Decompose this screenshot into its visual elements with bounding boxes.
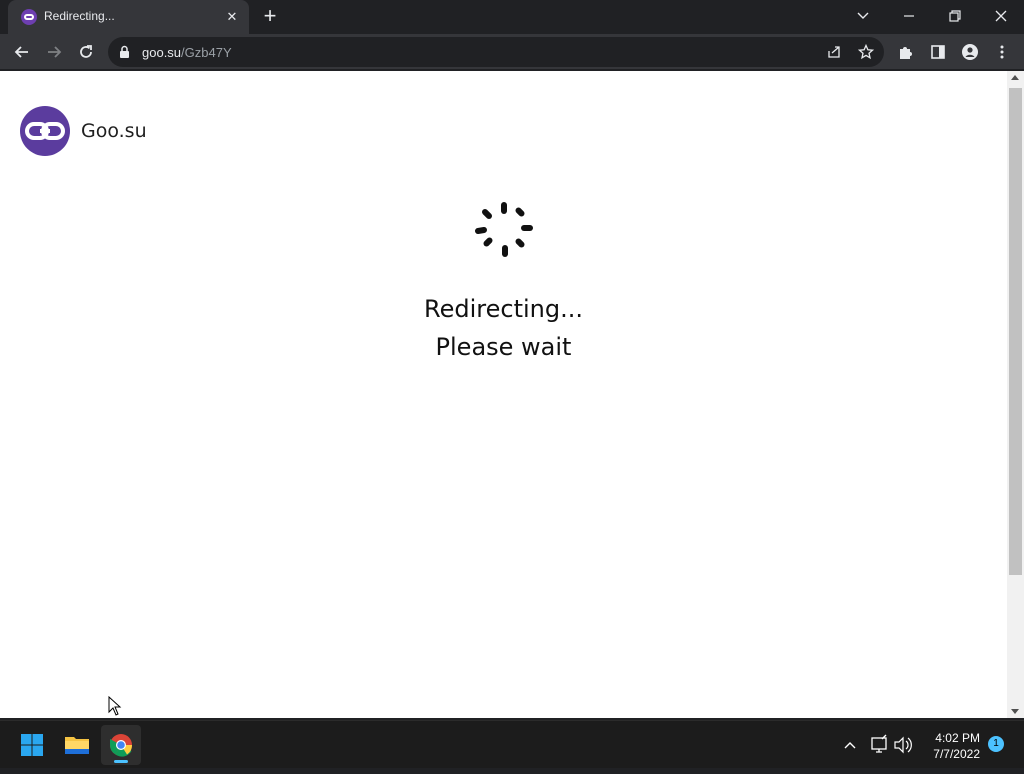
clock-time: 4:02 PM (935, 731, 980, 745)
url-text[interactable]: goo.su/Gzb47Y (142, 45, 232, 60)
tab-title: Redirecting... (44, 9, 115, 23)
chain-link-icon (20, 106, 70, 156)
chrome-icon (110, 734, 133, 757)
tab-active[interactable]: Redirecting... ✕ (8, 0, 249, 34)
volume-button[interactable] (893, 721, 913, 769)
clock-date: 7/7/2022 (933, 747, 980, 761)
url-host: goo.su (142, 45, 182, 60)
network-icon (871, 734, 887, 753)
site-favicon-icon (21, 9, 37, 25)
mouse-cursor-icon (108, 696, 122, 716)
redirect-message: Redirecting... (424, 295, 583, 323)
back-button[interactable] (8, 38, 36, 66)
page-viewport: Goo.su Redirecting... Please wait (0, 71, 1024, 718)
system-clock[interactable]: 4:02 PM 7/7/2022 (920, 730, 980, 762)
scroll-thumb[interactable] (1009, 88, 1022, 575)
puzzle-icon (900, 47, 912, 59)
reload-icon (80, 45, 92, 58)
scroll-up-arrow-icon[interactable] (1011, 75, 1019, 80)
lock-icon[interactable] (119, 45, 130, 59)
close-window-button[interactable] (978, 0, 1024, 32)
restore-icon (949, 10, 961, 22)
restore-button[interactable] (932, 0, 978, 32)
reload-button[interactable] (72, 38, 100, 66)
vertical-scrollbar[interactable] (1007, 71, 1024, 718)
show-hidden-icons-button[interactable] (842, 721, 858, 769)
loading-spinner-icon (475, 202, 533, 257)
profile-icon (962, 44, 978, 60)
start-button[interactable] (12, 725, 52, 765)
side-panel-button[interactable] (924, 38, 952, 66)
extensions-button[interactable] (892, 38, 920, 66)
minimize-icon (904, 15, 914, 17)
active-app-indicator (114, 760, 128, 763)
arrow-left-icon (14, 46, 28, 58)
chevron-down-icon (857, 12, 869, 19)
tab-strip: Redirecting... ✕ + (0, 0, 1024, 34)
network-button[interactable] (869, 721, 889, 769)
close-icon (995, 10, 1007, 22)
bookmark-button[interactable] (857, 43, 875, 60)
chevron-up-icon (844, 742, 856, 749)
speaker-icon (894, 736, 912, 754)
notification-badge[interactable]: 1 (988, 736, 1004, 752)
star-icon (857, 43, 875, 60)
taskbar: 4:02 PM 7/7/2022 (0, 720, 1024, 768)
share-button[interactable] (826, 44, 842, 60)
new-tab-button[interactable]: + (258, 5, 282, 29)
scroll-down-arrow-icon[interactable] (1011, 709, 1019, 714)
side-panel-icon (931, 45, 945, 59)
kebab-menu-icon (1000, 45, 1004, 59)
tab-search-button[interactable] (840, 0, 886, 32)
folder-icon (65, 737, 89, 754)
tab-close-icon[interactable]: ✕ (223, 8, 241, 26)
logo-text: Goo.su (81, 120, 147, 142)
browser-toolbar: goo.su/Gzb47Y (0, 34, 1024, 70)
chrome-taskbar-button[interactable] (101, 725, 141, 765)
wait-message: Please wait (435, 333, 572, 361)
windows-logo-icon (21, 734, 43, 756)
file-explorer-button[interactable] (57, 725, 97, 765)
minimize-button[interactable] (886, 0, 932, 32)
profile-button[interactable] (956, 38, 984, 66)
forward-button[interactable] (40, 38, 68, 66)
url-path: /Gzb47Y (181, 45, 232, 60)
menu-button[interactable] (988, 38, 1016, 66)
address-bar[interactable]: goo.su/Gzb47Y (108, 37, 884, 67)
arrow-right-icon (48, 46, 62, 58)
share-icon (828, 46, 840, 58)
